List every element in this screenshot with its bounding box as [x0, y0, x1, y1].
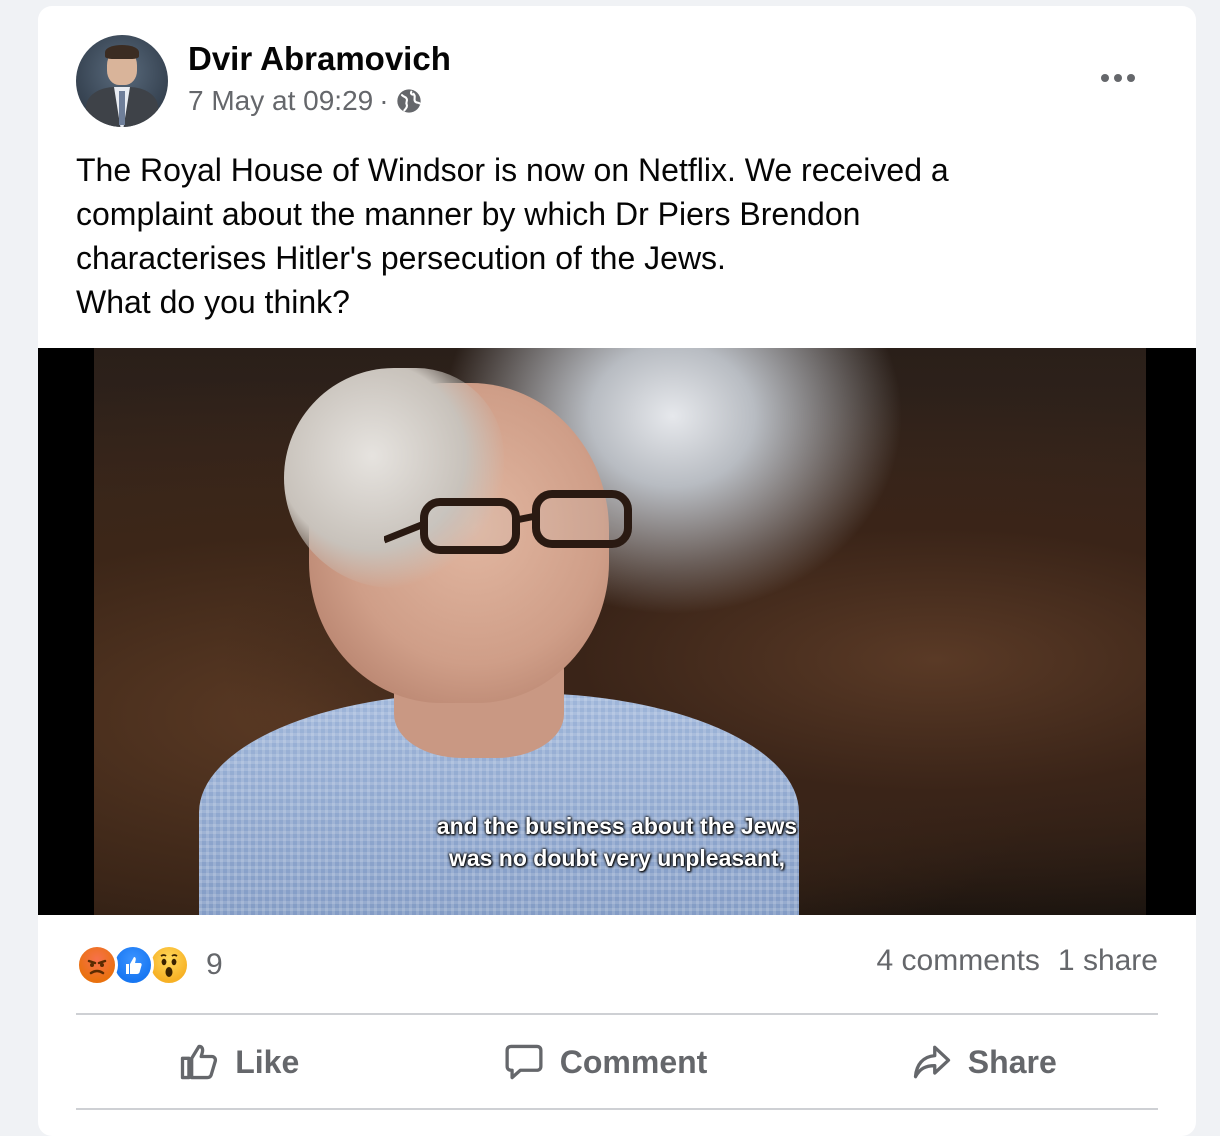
comment-button[interactable]: Comment — [502, 1040, 708, 1084]
avatar-hair — [105, 45, 139, 59]
reaction-summary[interactable]: 9 — [76, 940, 223, 990]
author-name[interactable]: Dvir Abramovich — [188, 40, 451, 78]
reaction-count: 9 — [206, 948, 223, 981]
more-dot — [1101, 74, 1109, 82]
post-text-line: complaint about the manner by which Dr P… — [76, 196, 861, 232]
share-button[interactable]: Share — [910, 1040, 1057, 1084]
comment-label: Comment — [559, 1043, 708, 1080]
post-text-line: characterises Hitler's persecution of th… — [76, 240, 726, 276]
post-header: Dvir Abramovich 7 May at 09:29 · — [38, 6, 1196, 136]
divider — [76, 1108, 1158, 1110]
author-avatar[interactable] — [76, 35, 168, 127]
post-text-line: The Royal House of Windsor is now on Net… — [76, 152, 949, 188]
post-text: The Royal House of Windsor is now on Net… — [76, 148, 1156, 324]
subtitle-line: and the business about the Jews — [436, 813, 798, 839]
wow-icon — [148, 944, 190, 986]
comment-bubble-icon — [505, 1044, 543, 1080]
like-label: Like — [235, 1043, 300, 1080]
post-stats: 4 comments 1 share — [877, 944, 1158, 978]
post-timestamp[interactable]: 7 May at 09:29 — [188, 85, 373, 117]
share-label: Share — [967, 1043, 1057, 1080]
post-card: Dvir Abramovich 7 May at 09:29 · The Roy… — [38, 6, 1196, 1136]
post-video[interactable]: and the business about the Jews was no d… — [38, 348, 1196, 915]
more-options-icon[interactable] — [1090, 58, 1146, 98]
angry-icon — [76, 944, 118, 986]
like-button[interactable]: Like — [177, 1040, 299, 1084]
share-arrow-icon — [913, 1045, 950, 1079]
divider — [76, 1013, 1158, 1015]
like-icon — [112, 944, 154, 986]
subtitle-line: was no doubt very unpleasant, — [448, 845, 786, 871]
meta-separator: · — [379, 85, 389, 116]
post-actions: Like Comment Share — [76, 1016, 1158, 1108]
thumbs-up-icon — [181, 1044, 218, 1080]
post-meta: 7 May at 09:29 · — [188, 85, 423, 117]
comments-count-link[interactable]: 4 comments — [877, 944, 1040, 978]
globe-icon[interactable] — [395, 87, 423, 115]
video-subtitle: and the business about the Jews was no d… — [38, 810, 1196, 874]
more-dot — [1114, 74, 1122, 82]
shares-count-link[interactable]: 1 share — [1058, 944, 1158, 978]
avatar-tie — [119, 91, 125, 125]
video-person-glasses — [384, 490, 632, 554]
post-text-line: What do you think? — [76, 284, 350, 320]
more-dot — [1127, 74, 1135, 82]
